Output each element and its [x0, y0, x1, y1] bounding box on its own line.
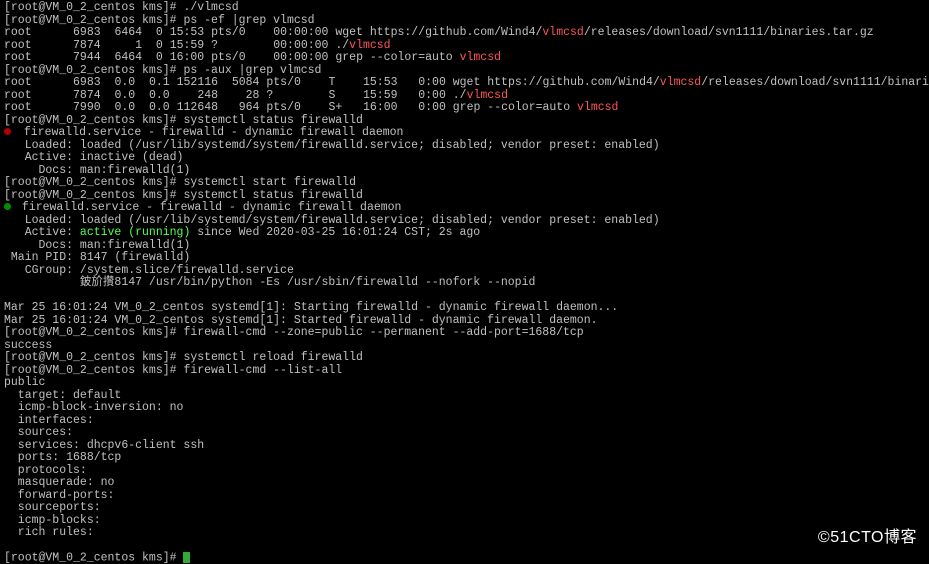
shell-prompt: [root@VM_0_2_centos kms]#	[4, 351, 177, 364]
journal-line: Mar 25 16:01:24 VM_0_2_centos systemd[1]…	[4, 301, 618, 314]
fw-list-line: icmp-blocks:	[4, 514, 101, 527]
cmd-addport: firewall-cmd --zone=public --permanent -…	[183, 326, 583, 339]
shell-prompt: [root@VM_0_2_centos kms]#	[4, 189, 177, 202]
fw-list-line: sources:	[4, 426, 73, 439]
status-dot-active-icon	[4, 203, 11, 210]
fw-list-line: forward-ports:	[4, 489, 114, 502]
service-title: firewalld.service - firewalld - dynamic …	[17, 126, 403, 139]
cmd-ps-ef: ps -ef |grep vlmcsd	[183, 14, 314, 27]
match-highlight: vlmcsd	[660, 76, 701, 89]
shell-prompt: [root@VM_0_2_centos kms]#	[4, 114, 177, 127]
ps-row: root 7874 0.0 0.0 248 28 ? S 15:59 0:00 …	[4, 89, 508, 102]
shell-prompt: [root@VM_0_2_centos kms]#	[4, 176, 177, 189]
shell-prompt: [root@VM_0_2_centos kms]#	[4, 326, 177, 339]
match-highlight: vlmcsd	[577, 101, 618, 114]
fw-list-line: masquerade: no	[4, 476, 114, 489]
fw-list-line: sourceports:	[4, 501, 101, 514]
cursor-icon[interactable]	[183, 552, 190, 563]
shell-prompt: [root@VM_0_2_centos kms]#	[4, 364, 177, 377]
service-docs: Docs: man:firewalld(1)	[4, 239, 190, 252]
cmd-status1: systemctl status firewalld	[183, 114, 362, 127]
shell-prompt: [root@VM_0_2_centos kms]#	[4, 64, 177, 77]
service-active-running: active (running)	[80, 226, 190, 239]
service-loaded: Loaded: loaded (/usr/lib/systemd/system/…	[4, 139, 660, 152]
cmd-vlmcsd: ./vlmcsd	[183, 1, 238, 14]
terminal-output[interactable]: [root@VM_0_2_centos kms]# ./vlmcsd [root…	[0, 0, 929, 564]
shell-prompt: [root@VM_0_2_centos kms]#	[4, 552, 177, 564]
service-active-prefix: Active:	[4, 226, 80, 239]
fw-list-line: interfaces:	[4, 414, 94, 427]
fw-list-line: protocols:	[4, 464, 87, 477]
cmd-reload: systemctl reload firewalld	[183, 351, 362, 364]
cmd-list-all: firewall-cmd --list-all	[183, 364, 342, 377]
fw-list-line: ports: 1688/tcp	[4, 451, 121, 464]
service-docs: Docs: man:firewalld(1)	[4, 164, 190, 177]
service-title: firewalld.service - firewalld - dynamic …	[15, 201, 401, 214]
shell-prompt: [root@VM_0_2_centos kms]#	[4, 1, 177, 14]
ps-row: root 7874 1 0 15:59 ? 00:00:00 ./vlmcsd	[4, 39, 391, 52]
shell-prompt: [root@VM_0_2_centos kms]#	[4, 14, 177, 27]
service-active: Active: inactive (dead)	[4, 151, 183, 164]
ps-row: root 6983 0.0 0.1 152116 5084 pts/0 T 15…	[4, 76, 929, 89]
journal-line: Mar 25 16:01:24 VM_0_2_centos systemd[1]…	[4, 314, 598, 327]
cmd-start: systemctl start firewalld	[183, 176, 356, 189]
match-highlight: vlmcsd	[349, 39, 390, 52]
match-highlight: vlmcsd	[542, 26, 583, 39]
fw-list-line: rich rules:	[4, 526, 94, 539]
watermark: ©51CTO博客	[818, 532, 917, 545]
service-cgroup: CGroup: /system.slice/firewalld.service	[4, 264, 294, 277]
service-loaded: Loaded: loaded (/usr/lib/systemd/system/…	[4, 214, 660, 227]
ps-row: root 6983 6464 0 15:53 pts/0 00:00:00 wg…	[4, 26, 874, 39]
cmd-ps-aux: ps -aux |grep vlmcsd	[183, 64, 321, 77]
cmd-output: success	[4, 339, 52, 352]
status-dot-inactive-icon	[4, 128, 11, 135]
cmd-status2: systemctl status firewalld	[183, 189, 362, 202]
service-mainpid: Main PID: 8147 (firewalld)	[4, 251, 190, 264]
ps-row: root 7990 0.0 0.0 112648 964 pts/0 S+ 16…	[4, 101, 618, 114]
match-highlight: vlmcsd	[467, 89, 508, 102]
service-active-suffix: since Wed 2020-03-25 16:01:24 CST; 2s ag…	[190, 226, 480, 239]
fw-list-line: icmp-block-inversion: no	[4, 401, 183, 414]
fw-list-line: services: dhcpv6-client ssh	[4, 439, 204, 452]
service-cgline: 鈹斺攢8147 /usr/bin/python -Es /usr/sbin/fi…	[4, 276, 535, 289]
fw-list-line: target: default	[4, 389, 121, 402]
match-highlight: vlmcsd	[460, 51, 501, 64]
ps-row: root 7944 6464 0 16:00 pts/0 00:00:00 gr…	[4, 51, 501, 64]
fw-list-line: public	[4, 376, 45, 389]
